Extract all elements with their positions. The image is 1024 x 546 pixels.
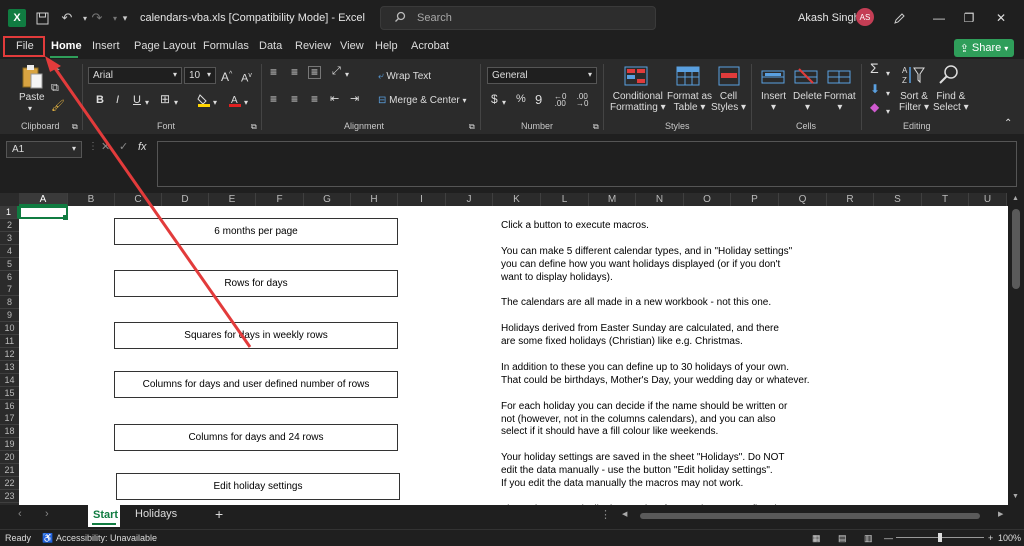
normal-view-icon[interactable]: ▦	[812, 533, 821, 544]
accessibility-icon[interactable]: ♿	[42, 533, 53, 544]
horizontal-scroll-thumb[interactable]	[640, 513, 980, 519]
sheet-tab-start-label: Start	[93, 509, 119, 521]
scroll-right-icon[interactable]: ▶	[998, 510, 1003, 518]
prev-sheet-icon[interactable]: ‹	[18, 508, 22, 520]
add-sheet-icon[interactable]: +	[215, 506, 223, 522]
sheet-tab-holidays[interactable]: Holidays	[135, 508, 177, 520]
next-sheet-icon[interactable]: ›	[45, 508, 49, 520]
zoom-level[interactable]: 100%	[998, 533, 1021, 543]
scroll-left-icon[interactable]: ◀	[622, 510, 627, 518]
horizontal-scrollbar[interactable]: ◀ ▶	[622, 510, 1006, 520]
accessibility-status[interactable]: Accessibility: Unavailable	[56, 533, 157, 543]
more-options-icon[interactable]: ⋮	[600, 508, 611, 521]
status-ready: Ready	[5, 533, 32, 543]
zoom-in-icon[interactable]: +	[988, 533, 993, 543]
zoom-slider-thumb[interactable]	[938, 533, 942, 542]
active-sheet-indicator	[92, 523, 116, 525]
page-layout-view-icon[interactable]: ▤	[838, 533, 847, 544]
sheet-tab-start[interactable]: Start	[88, 505, 120, 527]
zoom-out-icon[interactable]: —	[884, 533, 893, 543]
annotation-arrow	[45, 56, 252, 348]
page-break-view-icon[interactable]: ▥	[864, 533, 873, 544]
